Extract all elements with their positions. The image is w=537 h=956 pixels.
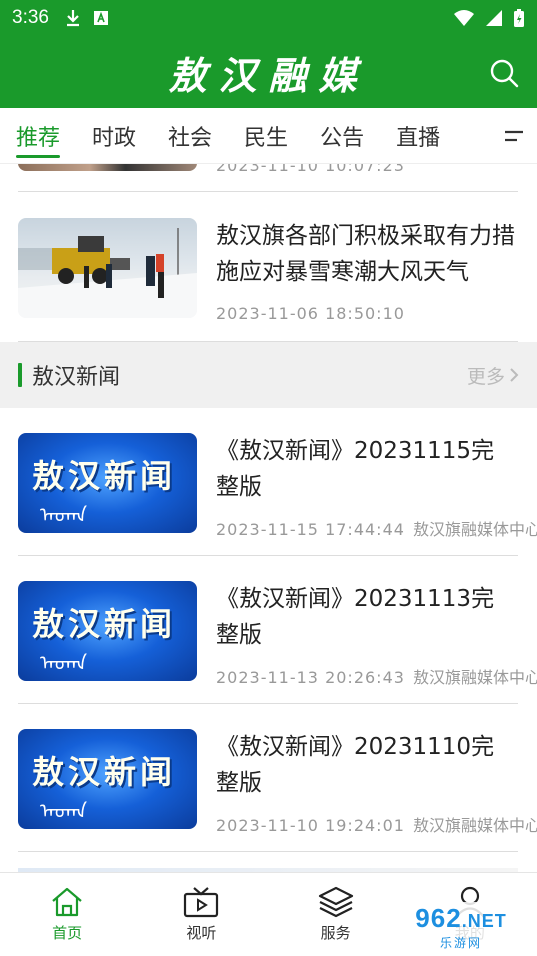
chevron-right-icon (510, 368, 519, 382)
news-date: 2023-11-13 20:26:43 (216, 668, 405, 687)
news-title: 《敖汉新闻》20231113完整版 (216, 586, 495, 648)
watermark-tail: .NET (461, 911, 507, 931)
video-thumbnail: 敖汉新闻 ᠠᠣᠬᠠ (18, 581, 197, 681)
news-date: 2023-11-10 19:24:01 (216, 816, 405, 835)
mongolian-script-decoration: ᠠᠣᠬᠠ (40, 503, 88, 527)
news-date: 2023-11-10 10:07:23 (216, 164, 405, 175)
video-thumbnail: 敖汉新闻 ᠠᠣᠬᠠ (18, 729, 197, 829)
news-item-partial[interactable]: 2023-11-10 10:07:23 (18, 164, 518, 192)
news-meta: 2023-11-15 17:44:44 敖汉旗融媒体中心 (216, 516, 537, 540)
watermark-logo: 962.NET 乐游网 (391, 902, 531, 952)
more-link[interactable]: 更多 (467, 362, 519, 389)
news-title: 《敖汉新闻》20231115完整版 (216, 438, 495, 500)
news-source: 敖汉旗融媒体中心 (412, 668, 537, 687)
watermark-main: 962.NET (415, 903, 506, 934)
tab-announcement[interactable]: 公告 (320, 108, 364, 164)
app-title: 敖汉融媒 (168, 52, 369, 98)
news-date: 2023-11-06 18:50:10 (216, 304, 405, 323)
news-feed[interactable]: 2023-11-10 10:07:23 敖汉旗各部门积极采取有力措施应对暴雪寒潮… (0, 164, 537, 872)
category-tabs: 推荐 时政 社会 民生 公告 直播 (0, 108, 537, 164)
news-source: 敖汉旗融媒体中心 (412, 520, 537, 539)
news-meta: 2023-11-13 20:26:43 敖汉旗融媒体中心 (216, 664, 537, 688)
more-label: 更多 (466, 365, 505, 388)
news-item[interactable]: 敖汉新闻 ᠠᠣᠬᠠ 《敖汉新闻》20231115完整版 2023-11-15 1… (18, 408, 537, 556)
news-meta: 2023-11-06 18:50:10 (216, 304, 405, 323)
app-notification-icon (93, 11, 108, 25)
tab-politics[interactable]: 时政 (92, 108, 136, 164)
nav-services[interactable]: 服务 (269, 873, 403, 956)
video-thumb-title: 敖汉新闻 (32, 753, 177, 791)
news-title: 敖汉旗各部门积极采取有力措施应对暴雪寒潮大风天气 (216, 223, 515, 285)
news-item[interactable]: 敖汉旗各部门积极采取有力措施应对暴雪寒潮大风天气 2023-11-06 18:5… (18, 192, 518, 342)
news-thumbnail (18, 218, 197, 318)
video-thumbnail: 敖汉新闻 ᠠᠣᠬᠠ (18, 433, 197, 533)
news-title: 《敖汉新闻》20231110完整版 (216, 734, 495, 796)
signal-icon (486, 10, 502, 26)
home-icon (52, 887, 82, 917)
nav-label: 视听 (186, 924, 217, 942)
tab-society[interactable]: 社会 (168, 108, 212, 164)
status-time: 3:36 (12, 7, 49, 28)
search-icon[interactable] (489, 58, 519, 88)
watermark-number: 962 (415, 903, 462, 933)
nav-media[interactable]: 视听 (134, 873, 268, 956)
nav-home[interactable]: 首页 (0, 873, 134, 956)
menu-icon (505, 130, 523, 142)
news-date: 2023-11-15 17:44:44 (216, 520, 405, 539)
tv-icon (184, 887, 219, 918)
battery-icon (514, 9, 524, 27)
layers-icon (318, 886, 353, 918)
section-accent-bar (18, 363, 22, 387)
news-item[interactable]: 敖汉新闻 ᠠᠣᠬᠠ 《敖汉新闻》20231113完整版 2023-11-13 2… (18, 556, 537, 704)
video-thumb-title: 敖汉新闻 (32, 457, 177, 495)
news-thumbnail (18, 164, 197, 171)
tabs-menu-button[interactable] (503, 126, 525, 146)
news-item[interactable]: 敖汉新闻 ᠠᠣᠬᠠ 《敖汉新闻》20231110完整版 2023-11-10 1… (18, 704, 537, 852)
nav-label: 服务 (320, 924, 351, 942)
nav-label: 首页 (52, 924, 83, 942)
tab-live[interactable]: 直播 (396, 108, 440, 164)
mongolian-script-decoration: ᠠᠣᠬᠠ (40, 799, 88, 823)
download-icon (66, 10, 79, 27)
section-header: 敖汉新闻 更多 (0, 342, 537, 408)
tab-recommend[interactable]: 推荐 (16, 108, 61, 164)
news-meta: 2023-11-10 19:24:01 敖汉旗融媒体中心 (216, 812, 537, 836)
news-source: 敖汉旗融媒体中心 (412, 816, 537, 835)
tab-livelihood[interactable]: 民生 (244, 108, 288, 164)
wifi-icon (454, 10, 474, 26)
video-thumb-title: 敖汉新闻 (32, 605, 177, 643)
watermark-sub: 乐游网 (439, 936, 482, 950)
status-bar: 3:36 (0, 0, 537, 36)
app-header: 敖汉融媒 (0, 36, 537, 108)
mongolian-script-decoration: ᠠᠣᠬᠠ (40, 651, 88, 675)
section-title: 敖汉新闻 (32, 365, 121, 390)
